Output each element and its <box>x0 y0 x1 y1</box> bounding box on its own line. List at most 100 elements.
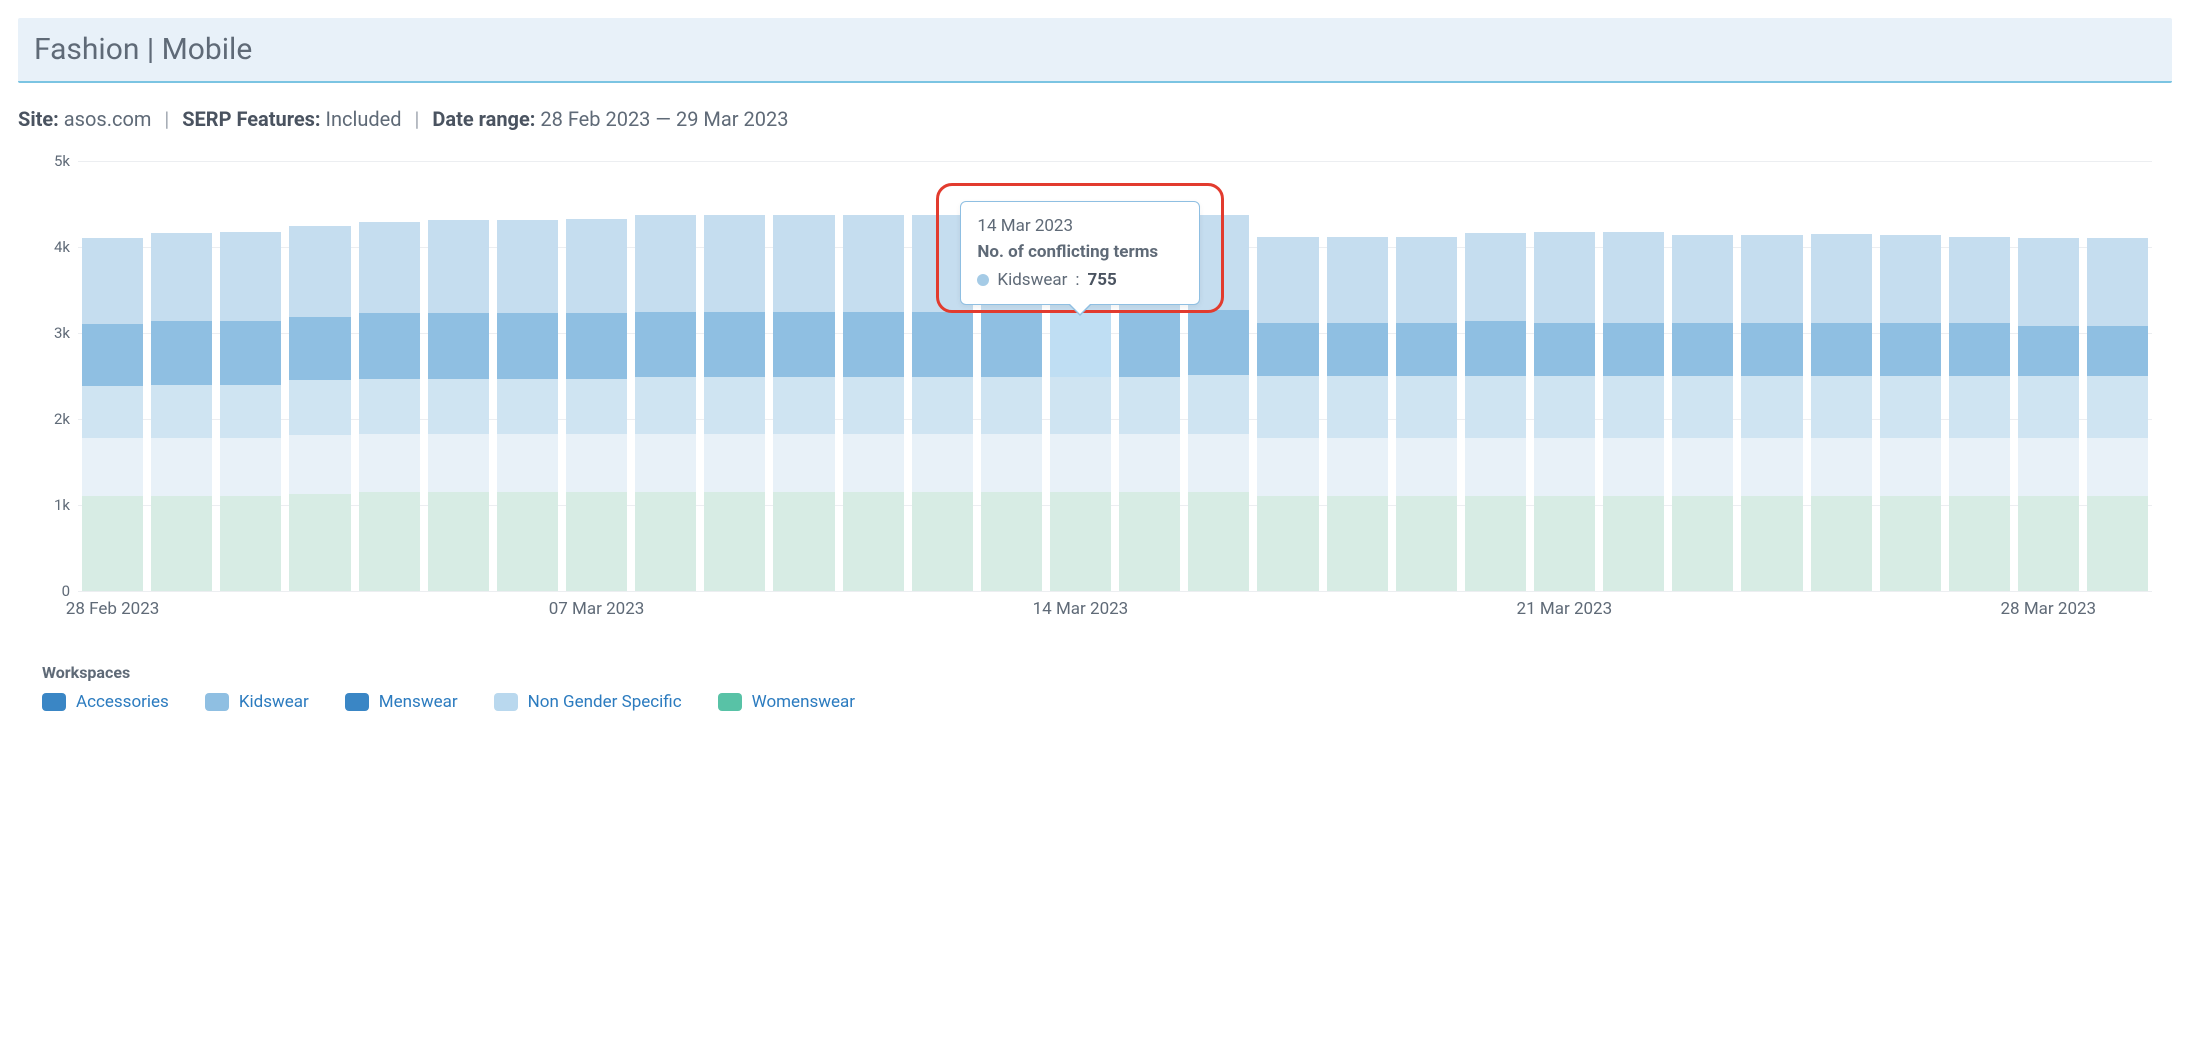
bar-segment[interactable] <box>1811 438 1872 496</box>
bar-segment[interactable] <box>981 434 1042 492</box>
bar-segment[interactable] <box>704 215 765 311</box>
bar-segment[interactable] <box>981 492 1042 591</box>
chart-bar-column[interactable] <box>769 161 838 591</box>
bar-segment[interactable] <box>1257 376 1318 438</box>
bar-segment[interactable] <box>1672 438 1733 496</box>
bar-segment[interactable] <box>912 312 973 377</box>
bar-segment[interactable] <box>1188 492 1249 591</box>
bar-segment[interactable] <box>289 494 350 591</box>
chart-bar-column[interactable] <box>1737 161 1806 591</box>
chart-bar-column[interactable] <box>1323 161 1392 591</box>
bar-segment[interactable] <box>566 379 627 434</box>
bar-segment[interactable] <box>1257 496 1318 591</box>
bar-segment[interactable] <box>2087 376 2148 438</box>
bar-segment[interactable] <box>220 321 281 385</box>
legend-item[interactable]: Menswear <box>345 692 458 712</box>
bar-segment[interactable] <box>1949 496 2010 591</box>
bar-segment[interactable] <box>82 386 143 438</box>
bar-segment[interactable] <box>497 434 558 492</box>
bar-segment[interactable] <box>1949 438 2010 496</box>
bar-segment[interactable] <box>2018 376 2079 438</box>
bar-segment[interactable] <box>1396 376 1457 438</box>
bar-segment[interactable] <box>82 324 143 386</box>
bar-segment[interactable] <box>1188 310 1249 375</box>
bar-segment[interactable] <box>289 435 350 493</box>
bar-segment[interactable] <box>1327 376 1388 438</box>
legend-item[interactable]: Accessories <box>42 692 169 712</box>
bar-segment[interactable] <box>1465 438 1526 496</box>
chart-area[interactable]: 01k2k3k4k5k 28 Feb 202307 Mar 202314 Mar… <box>78 161 2152 621</box>
bar-segment[interactable] <box>497 492 558 591</box>
bar-segment[interactable] <box>1534 496 1595 591</box>
bar-segment[interactable] <box>1327 496 1388 591</box>
bar-segment[interactable] <box>1603 376 1664 438</box>
bar-segment[interactable] <box>635 215 696 311</box>
bar-segment[interactable] <box>1050 434 1111 492</box>
bar-segment[interactable] <box>151 233 212 321</box>
bar-segment[interactable] <box>1465 321 1526 376</box>
bar-segment[interactable] <box>1119 492 1180 591</box>
bar-segment[interactable] <box>359 492 420 591</box>
bar-segment[interactable] <box>289 317 350 381</box>
chart-bar-column[interactable] <box>493 161 562 591</box>
bar-segment[interactable] <box>1119 312 1180 377</box>
bar-segment[interactable] <box>220 496 281 591</box>
bar-segment[interactable] <box>1257 438 1318 496</box>
bar-segment[interactable] <box>359 222 420 313</box>
bar-segment[interactable] <box>635 377 696 434</box>
bar-segment[interactable] <box>843 215 904 311</box>
bar-segment[interactable] <box>1603 232 1664 322</box>
bar-segment[interactable] <box>1327 323 1388 376</box>
bar-segment[interactable] <box>1880 323 1941 376</box>
bar-segment[interactable] <box>82 238 143 324</box>
bar-segment[interactable] <box>220 385 281 438</box>
chart-bar-column[interactable] <box>839 161 908 591</box>
bar-segment[interactable] <box>1050 377 1111 434</box>
bar-segment[interactable] <box>1534 323 1595 376</box>
bar-segment[interactable] <box>151 438 212 496</box>
bar-segment[interactable] <box>2018 326 2079 376</box>
chart-bar-column[interactable] <box>1392 161 1461 591</box>
bar-segment[interactable] <box>428 492 489 591</box>
chart-bar-column[interactable] <box>1461 161 1530 591</box>
bar-segment[interactable] <box>1396 438 1457 496</box>
bar-segment[interactable] <box>151 496 212 591</box>
bar-segment[interactable] <box>704 492 765 591</box>
bar-segment[interactable] <box>566 492 627 591</box>
bar-segment[interactable] <box>566 219 627 314</box>
bar-segment[interactable] <box>1672 496 1733 591</box>
bar-segment[interactable] <box>289 226 350 316</box>
chart-bar-column[interactable] <box>631 161 700 591</box>
bar-segment[interactable] <box>1949 237 2010 323</box>
bar-segment[interactable] <box>981 377 1042 434</box>
bar-segment[interactable] <box>912 492 973 591</box>
bar-segment[interactable] <box>359 379 420 434</box>
legend-item[interactable]: Non Gender Specific <box>494 692 682 712</box>
bar-segment[interactable] <box>1880 376 1941 438</box>
bar-segment[interactable] <box>1672 235 1733 323</box>
bar-segment[interactable] <box>566 313 627 378</box>
bar-segment[interactable] <box>428 220 489 313</box>
bar-segment[interactable] <box>981 312 1042 377</box>
bar-segment[interactable] <box>1327 237 1388 323</box>
chart-bar-column[interactable] <box>424 161 493 591</box>
bar-segment[interactable] <box>497 220 558 313</box>
bar-segment[interactable] <box>1603 323 1664 376</box>
bar-segment[interactable] <box>82 496 143 591</box>
bar-segment[interactable] <box>843 312 904 377</box>
bar-segment[interactable] <box>773 215 834 311</box>
bar-segment[interactable] <box>428 434 489 492</box>
bar-segment[interactable] <box>1949 376 2010 438</box>
bar-segment[interactable] <box>497 313 558 378</box>
bar-segment[interactable] <box>2087 326 2148 376</box>
bar-segment[interactable] <box>220 438 281 496</box>
bar-segment[interactable] <box>82 438 143 496</box>
bar-segment[interactable] <box>843 377 904 434</box>
chart-bar-column[interactable] <box>147 161 216 591</box>
chart-bar-column[interactable] <box>1599 161 1668 591</box>
chart-bar-column[interactable] <box>1945 161 2014 591</box>
bar-segment[interactable] <box>1811 234 1872 323</box>
bar-segment[interactable] <box>773 377 834 434</box>
bar-segment[interactable] <box>1880 235 1941 323</box>
bar-segment[interactable] <box>704 377 765 434</box>
